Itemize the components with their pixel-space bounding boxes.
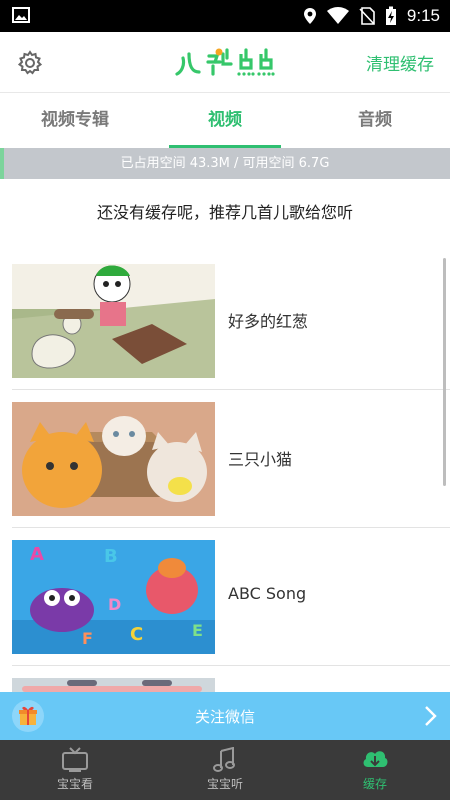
svg-text:B: B	[104, 546, 118, 567]
tab-videos[interactable]: 视频	[150, 93, 300, 148]
scrollbar[interactable]	[443, 258, 446, 486]
image-icon	[12, 7, 30, 23]
nav-cache[interactable]: 缓存	[300, 740, 450, 800]
bottom-navigation: 宝宝看 宝宝听 缓存	[0, 740, 450, 800]
nav-label: 宝宝听	[206, 777, 243, 791]
location-icon	[303, 8, 316, 24]
tab-video-albums[interactable]: 视频专辑	[0, 93, 150, 148]
song-item[interactable]: 好多的红葱	[12, 252, 450, 390]
nav-label: 宝宝看	[56, 777, 93, 791]
follow-wechat-banner[interactable]: 关注微信	[0, 692, 450, 740]
clock: 9:15	[406, 6, 440, 25]
nav-label: 缓存	[362, 777, 387, 791]
battery-charging-icon	[385, 6, 396, 25]
song-thumbnail	[12, 402, 215, 516]
no-sim-icon	[359, 7, 375, 25]
svg-text:E: E	[192, 621, 203, 640]
song-item[interactable]: 三只小猫	[12, 390, 450, 528]
song-title: ABC Song	[228, 584, 307, 603]
storage-used-fill	[0, 148, 4, 179]
svg-text:F: F	[82, 629, 93, 648]
follow-wechat-label: 关注微信	[194, 708, 255, 726]
gear-icon[interactable]	[16, 49, 44, 77]
clear-cache-button[interactable]: 清理缓存	[366, 50, 434, 75]
svg-text:D: D	[108, 595, 121, 614]
svg-text:A: A	[30, 544, 44, 565]
status-bar: 9:15	[0, 0, 450, 32]
empty-cache-message: 还没有缓存呢，推荐几首儿歌给您听	[96, 203, 353, 222]
tv-icon	[62, 747, 88, 772]
song-title: 三只小猫	[228, 450, 293, 469]
music-note-icon	[213, 747, 235, 772]
song-thumbnail: A B C D E F	[12, 540, 215, 654]
wifi-icon	[326, 7, 349, 24]
song-title: 好多的红葱	[228, 312, 309, 331]
tab-bar: 视频专辑 视频 音频	[0, 92, 450, 148]
app-header: 清理缓存	[0, 32, 450, 92]
chevron-right-icon	[425, 706, 437, 726]
storage-usage-text: 已占用空间 43.3M / 可用空间 6.7G	[120, 156, 330, 171]
nav-baby-listen[interactable]: 宝宝听	[150, 740, 300, 800]
nav-baby-watch[interactable]: 宝宝看	[0, 740, 150, 800]
storage-usage-bar: 已占用空间 43.3M / 可用空间 6.7G	[0, 148, 450, 179]
tab-audio[interactable]: 音频	[300, 93, 450, 148]
song-thumbnail	[12, 264, 215, 378]
svg-text:C: C	[130, 624, 143, 645]
app-logo	[175, 48, 275, 76]
cloud-download-icon	[363, 751, 388, 767]
song-item[interactable]: A B C D E F ABC Song	[12, 528, 450, 666]
